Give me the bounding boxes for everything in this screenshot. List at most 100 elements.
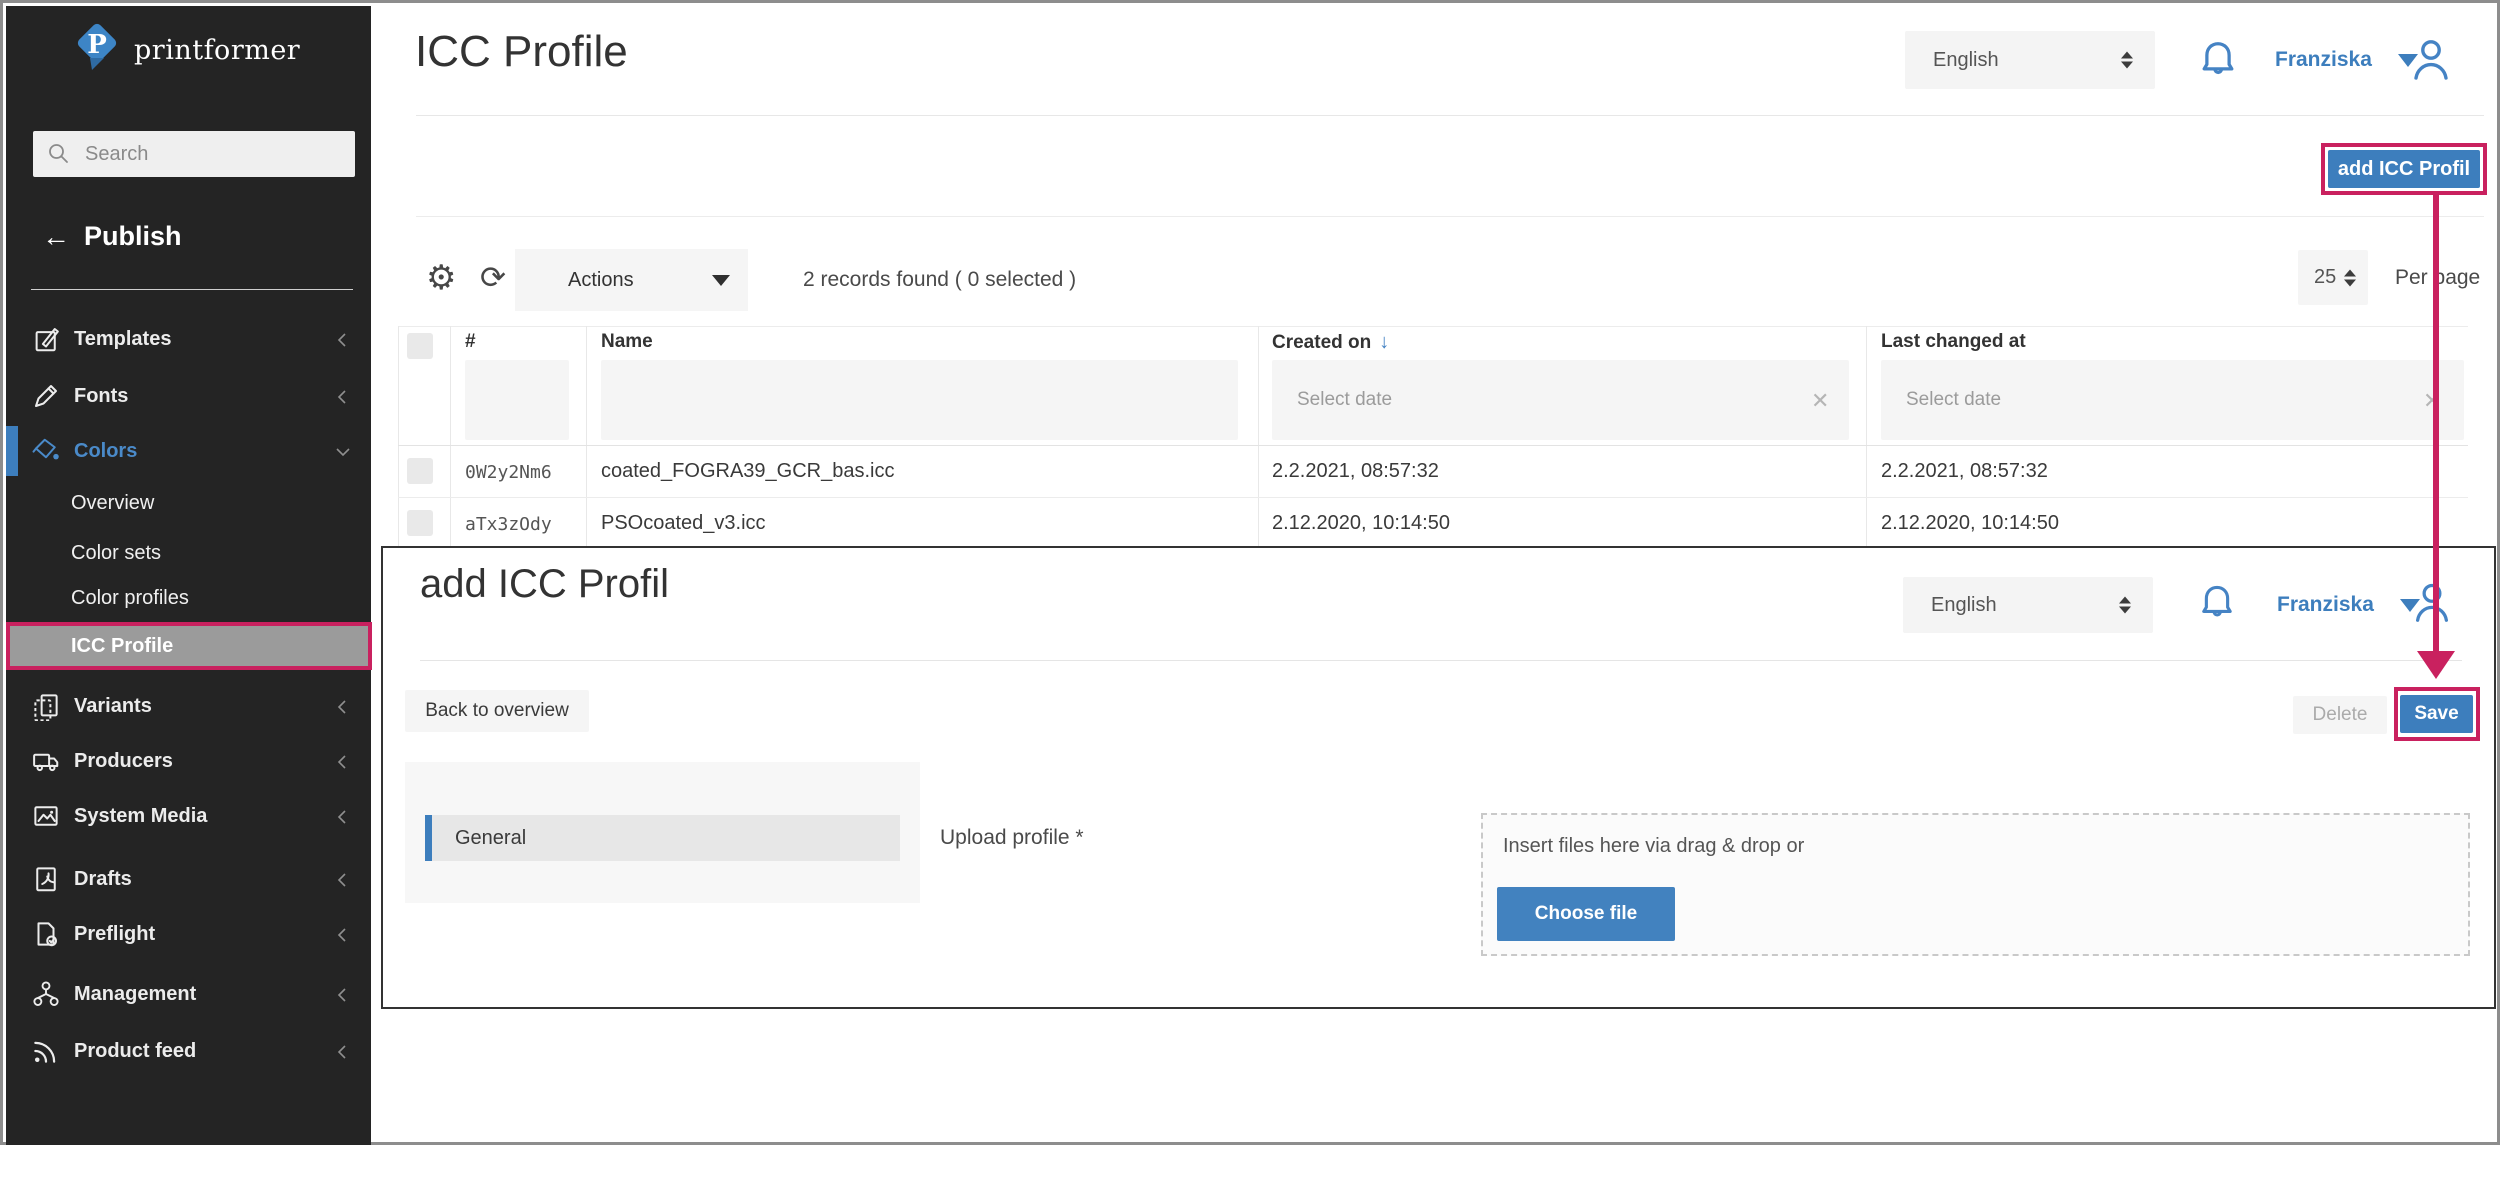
sidebar-item-product-feed[interactable]: Product feed (6, 1029, 371, 1073)
sidebar-item-fonts[interactable]: Fonts (6, 374, 371, 418)
cell-name: coated_FOGRA39_GCR_bas.icc (601, 460, 894, 483)
rss-icon (31, 1036, 61, 1066)
header-divider (416, 115, 2484, 116)
general-tab-label: General (455, 827, 526, 850)
created-date-filter[interactable] (1272, 360, 1849, 440)
caret-down-icon (712, 275, 730, 286)
sidebar-item-overview[interactable]: Overview (71, 486, 154, 520)
language-select[interactable]: English (1905, 31, 2155, 89)
sidebar-item-icc-profile[interactable]: ICC Profile (6, 622, 372, 670)
sidebar-item-color-sets[interactable]: Color sets (71, 536, 161, 570)
search-icon (47, 142, 71, 166)
color-profiles-label: Color profiles (71, 587, 189, 610)
column-header-created[interactable]: Created on ↓ (1272, 331, 1389, 354)
user-name: Franziska (2277, 593, 2374, 617)
toolbar-divider (416, 216, 2484, 217)
templates-label: Templates (74, 328, 171, 351)
select-arrows-icon (2121, 52, 2133, 69)
records-count-text: 2 records found ( 0 selected ) (803, 249, 1076, 311)
row-checkbox[interactable] (407, 458, 433, 484)
back-to-overview-button[interactable]: Back to overview (405, 690, 589, 732)
preflight-label: Preflight (74, 923, 155, 946)
app-frame: P printformer ← Publish (0, 0, 2500, 1145)
brand-logo[interactable]: P printformer (70, 20, 300, 81)
sort-desc-icon[interactable]: ↓ (1379, 331, 1389, 354)
annotation-arrow-head (2417, 651, 2455, 679)
user-avatar-icon[interactable] (2409, 577, 2455, 627)
actions-label: Actions (568, 269, 634, 292)
active-tab-indicator (425, 815, 432, 861)
sidebar-item-templates[interactable]: Templates (6, 317, 371, 361)
dialog-title: add ICC Profil (420, 562, 669, 607)
column-header-name[interactable]: Name (601, 331, 653, 353)
cell-created: 2.2.2021, 08:57:32 (1272, 460, 1439, 483)
select-all-checkbox[interactable] (407, 333, 433, 359)
user-avatar-icon[interactable] (2407, 33, 2455, 85)
id-filter-input[interactable] (465, 360, 569, 440)
row-checkbox[interactable] (407, 510, 433, 536)
actions-dropdown[interactable]: Actions (515, 249, 748, 311)
column-header-id[interactable]: # (465, 331, 476, 353)
chevron-left-icon (335, 388, 351, 411)
table-header-border (398, 445, 2468, 446)
drafts-label: Drafts (74, 868, 132, 891)
cell-created: 2.12.2020, 10:14:50 (1272, 512, 1450, 535)
sidebar-item-preflight[interactable]: Preflight (6, 912, 371, 956)
printformer-logo-icon: P (70, 20, 122, 81)
sidebar-item-drafts[interactable]: Drafts (6, 857, 371, 901)
language-value: English (1931, 594, 1997, 617)
changed-date-filter[interactable] (1881, 360, 2464, 440)
settings-gear-icon[interactable]: ⚙ (426, 261, 456, 295)
notifications-bell-icon[interactable] (2195, 579, 2239, 627)
column-divider (450, 326, 451, 546)
chevron-left-icon (335, 871, 351, 894)
publish-label: Publish (84, 221, 182, 252)
file-check-icon (31, 919, 61, 949)
product-feed-label: Product feed (74, 1040, 196, 1063)
sidebar-item-colors[interactable]: Colors (6, 429, 371, 473)
system-media-label: System Media (74, 805, 207, 828)
svg-text:P: P (87, 30, 107, 60)
language-select[interactable]: English (1903, 577, 2153, 633)
colors-label: Colors (74, 440, 137, 463)
icc-profile-label: ICC Profile (71, 635, 173, 658)
variants-icon (31, 691, 61, 721)
cell-changed: 2.2.2021, 08:57:32 (1881, 460, 2048, 483)
chevron-left-icon (335, 698, 351, 721)
add-icc-profil-button[interactable]: add ICC Profil (2328, 150, 2480, 188)
name-filter-input[interactable] (601, 360, 1238, 440)
column-header-changed[interactable]: Last changed at (1881, 331, 2026, 353)
per-page-select[interactable]: 25 (2298, 250, 2368, 305)
clear-filter-icon[interactable]: ✕ (1811, 388, 1829, 414)
user-menu[interactable]: Franziska (2275, 43, 2418, 77)
notifications-bell-icon[interactable] (2195, 35, 2241, 85)
user-menu[interactable]: Franziska (2277, 588, 2420, 622)
sidebar-search (33, 131, 355, 177)
cell-id: aTx3zOdy (465, 514, 552, 535)
dialog-divider (420, 660, 2462, 661)
sidebar-item-color-profiles[interactable]: Color profiles (71, 581, 189, 615)
add-icc-profil-dialog: add ICC Profil English Franziska Back to… (381, 546, 2496, 1009)
delete-button[interactable]: Delete (2293, 696, 2387, 734)
file-dropzone[interactable]: Insert files here via drag & drop or Cho… (1481, 813, 2470, 956)
search-input[interactable] (83, 142, 337, 167)
tab-general[interactable]: General (425, 815, 900, 861)
annotation-arrow-line (2433, 193, 2439, 653)
sidebar-item-variants[interactable]: Variants (6, 684, 371, 728)
chevron-left-icon (335, 986, 351, 1009)
refresh-icon[interactable]: ⟳ (480, 262, 506, 293)
chevron-left-icon (335, 808, 351, 831)
chevron-left-icon (335, 753, 351, 776)
screen: P printformer ← Publish (0, 0, 2500, 1181)
back-arrow-icon: ← (42, 223, 70, 251)
save-button[interactable]: Save (2400, 695, 2473, 733)
choose-file-button[interactable]: Choose file (1497, 887, 1675, 941)
column-divider (1866, 326, 1867, 546)
back-to-publish[interactable]: ← Publish (42, 221, 182, 252)
sidebar-item-producers[interactable]: Producers (6, 739, 371, 783)
sidebar-item-system-media[interactable]: System Media (6, 794, 371, 838)
variants-label: Variants (74, 695, 152, 718)
language-value: English (1933, 49, 1999, 72)
sidebar-item-management[interactable]: Management (6, 972, 371, 1016)
page-title: ICC Profile (415, 27, 628, 77)
